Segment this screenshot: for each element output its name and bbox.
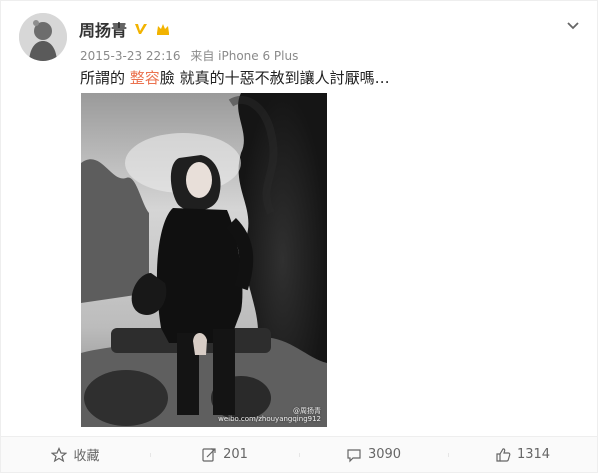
crown-icon xyxy=(155,21,171,37)
avatar-image xyxy=(19,13,67,61)
post-meta: 2015-3-23 22:16 来自 iPhone 6 Plus xyxy=(80,47,298,64)
repost-button[interactable]: 201 xyxy=(150,447,299,463)
post-photo xyxy=(81,93,327,427)
like-count: 1314 xyxy=(516,447,551,462)
post-tag[interactable]: 整容 xyxy=(130,69,160,87)
post-text-prefix: 所謂的 xyxy=(80,69,130,87)
image-watermark: @周扬青 weibo.com/zhouyangqing912 xyxy=(218,407,321,423)
repost-count: 201 xyxy=(223,447,248,462)
repost-icon xyxy=(201,447,217,463)
post-image[interactable]: @周扬青 weibo.com/zhouyangqing912 xyxy=(81,93,327,427)
watermark-url: weibo.com/zhouyangqing912 xyxy=(218,414,321,423)
author-name[interactable]: 周扬青 xyxy=(79,17,127,41)
like-button[interactable]: 1314 xyxy=(448,447,597,463)
thumbs-up-icon xyxy=(495,447,511,463)
comment-count: 3090 xyxy=(367,447,402,462)
author-row: 周扬青 xyxy=(79,17,171,41)
post-text-suffix: 臉 就真的十惡不赦到讓人討厭嗎… xyxy=(159,69,390,87)
star-icon xyxy=(51,446,68,463)
avatar[interactable] xyxy=(19,13,67,61)
favorite-button[interactable]: 收藏 xyxy=(1,445,150,464)
watermark-handle: @周扬青 xyxy=(293,406,321,415)
weibo-post-card: 周扬青 2015-3-23 22:16 来自 iPhone 6 Plus 所謂的… xyxy=(0,0,598,473)
action-bar: 收藏 201 3090 1314 xyxy=(1,436,597,472)
post-date[interactable]: 2015-3-23 22:16 xyxy=(80,49,181,63)
chevron-down-icon[interactable] xyxy=(563,15,583,35)
verified-v-icon xyxy=(133,21,149,37)
comment-icon xyxy=(346,447,362,463)
post-text: 所謂的 整容臉 就真的十惡不赦到讓人討厭嗎… xyxy=(80,67,390,88)
post-source: 来自 iPhone 6 Plus xyxy=(190,49,299,63)
comment-button[interactable]: 3090 xyxy=(299,447,448,463)
favorite-label: 收藏 xyxy=(73,449,100,464)
